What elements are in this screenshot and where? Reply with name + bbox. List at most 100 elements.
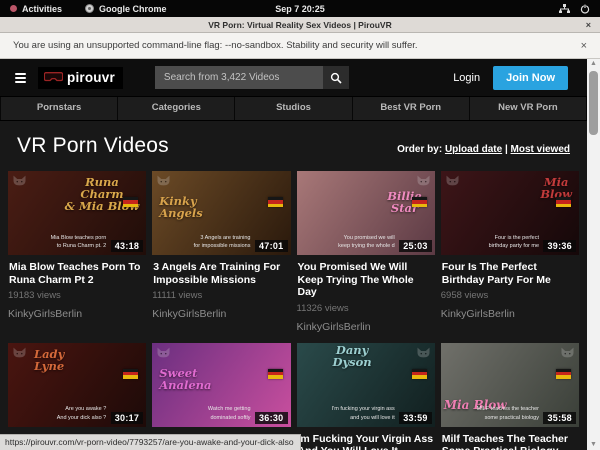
- studio-cat-logo-icon: [416, 174, 431, 187]
- video-thumbnail[interactable]: Mia Blow MILF teaches the teacher some p…: [441, 343, 579, 427]
- studio-cat-logo-icon: [156, 174, 171, 187]
- studio-cat-logo-icon: [445, 174, 460, 187]
- menu-item-best-vr[interactable]: Best VR Porn: [353, 97, 470, 120]
- video-studio-link[interactable]: KinkyGirlsBerlin: [441, 308, 579, 320]
- activities-button[interactable]: Activities: [22, 4, 62, 14]
- order-upload-date-link[interactable]: Upload date: [445, 144, 502, 155]
- video-title-link[interactable]: Mia Blow Teaches Porn To Runa Charm Pt 2: [9, 261, 145, 286]
- thumbnail-performer-name: Lady Lyne: [34, 348, 64, 372]
- search-input[interactable]: [155, 66, 323, 89]
- search-bar: [155, 66, 349, 89]
- page-scrollbar[interactable]: ▲ ▼: [587, 59, 600, 450]
- thumbnail-caption: You promised we will keep trying the who…: [338, 234, 395, 251]
- video-title-link[interactable]: Milf Teaches The Teacher Some Practical …: [442, 433, 578, 450]
- studio-cat-logo-icon: [12, 346, 27, 359]
- thumbnail-performer-name: Kinky Angels: [159, 195, 202, 219]
- menu-item-new-vr[interactable]: New VR Porn: [470, 97, 587, 120]
- join-now-button[interactable]: Join Now: [493, 66, 568, 90]
- video-view-count: 6958 views: [441, 290, 579, 301]
- thumbnail-caption: Mia Blow teaches porn to Runa Charm pt. …: [51, 234, 107, 251]
- thumbnail-caption: 3 Angels are training for impossible mis…: [194, 234, 251, 251]
- activities-dot-icon: [10, 5, 17, 12]
- german-flag-icon: [556, 369, 571, 379]
- video-thumbnail[interactable]: Dany Dyson I'm fucking your virgin ass a…: [297, 343, 435, 427]
- video-thumbnail[interactable]: Runa Charm & Mia Blow Mia Blow teaches p…: [8, 171, 146, 255]
- menu-item-studios[interactable]: Studios: [235, 97, 352, 120]
- scroll-up-icon[interactable]: ▲: [587, 60, 600, 68]
- menu-item-categories[interactable]: Categories: [118, 97, 235, 120]
- duration-badge: 39:36: [543, 240, 576, 252]
- video-studio-link[interactable]: KinkyGirlsBerlin: [297, 321, 435, 333]
- vr-goggles-icon: [44, 71, 63, 83]
- browser-viewport: pirouvr Login Join Now Pornstars Categor…: [0, 59, 587, 450]
- video-title-link[interactable]: Im Fucking Your Virgin Ass And You Will …: [298, 433, 434, 450]
- duration-badge: 33:59: [399, 412, 432, 424]
- main-menu: Pornstars Categories Studios Best VR Por…: [0, 96, 587, 121]
- video-card[interactable]: Mia Blow MILF teaches the teacher some p…: [441, 343, 579, 450]
- order-by-controls: Order by: Upload date | Most viewed: [397, 144, 570, 155]
- video-title-link[interactable]: You Promised We Will Keep Trying The Who…: [298, 261, 434, 299]
- studio-cat-logo-icon: [560, 346, 575, 359]
- order-most-viewed-link[interactable]: Most viewed: [511, 144, 570, 155]
- german-flag-icon: [412, 369, 427, 379]
- warning-text: You are using an unsupported command-lin…: [13, 40, 418, 51]
- german-flag-icon: [268, 197, 283, 207]
- hamburger-menu-icon[interactable]: [15, 73, 26, 83]
- order-by-label: Order by:: [397, 144, 442, 155]
- video-title-link[interactable]: Four Is The Perfect Birthday Party For M…: [442, 261, 578, 286]
- menu-item-pornstars[interactable]: Pornstars: [0, 97, 118, 120]
- page-header: VR Porn Videos Order by: Upload date | M…: [0, 121, 587, 169]
- warning-close-button[interactable]: ×: [581, 40, 587, 52]
- video-view-count: 11111 views: [152, 290, 290, 301]
- page-title: VR Porn Videos: [17, 134, 169, 158]
- order-separator: |: [502, 144, 510, 155]
- studio-cat-logo-icon: [12, 174, 27, 187]
- video-thumbnail[interactable]: Billie Star You promised we will keep tr…: [297, 171, 435, 255]
- video-card[interactable]: Mia Blow Four is the perfect birthday pa…: [441, 171, 579, 333]
- search-button[interactable]: [323, 66, 349, 89]
- video-view-count: 11326 views: [297, 303, 435, 314]
- video-card[interactable]: Kinky Angels 3 Angels are training for i…: [152, 171, 290, 333]
- video-thumbnail[interactable]: Lady Lyne Are you awake ? And your dick …: [8, 343, 146, 427]
- site-navbar: pirouvr Login Join Now: [0, 59, 587, 96]
- duration-badge: 30:17: [111, 412, 144, 424]
- chrome-warning-bar: You are using an unsupported command-lin…: [0, 33, 600, 59]
- german-flag-icon: [412, 197, 427, 207]
- site-logo-text: pirouvr: [67, 70, 115, 85]
- thumbnail-caption: MILF teaches the teacher some practical …: [477, 405, 539, 422]
- german-flag-icon: [123, 369, 138, 379]
- video-thumbnail[interactable]: Sweet Analena Watch me getting dominated…: [152, 343, 290, 427]
- scroll-down-icon[interactable]: ▼: [587, 441, 600, 449]
- power-icon[interactable]: [580, 4, 590, 14]
- thumbnail-performer-name: Sweet Analena: [159, 367, 211, 391]
- thumbnail-caption: I'm fucking your virgin ass and you will…: [332, 405, 395, 422]
- video-view-count: 19183 views: [8, 290, 146, 301]
- window-title-bar: VR Porn: Virtual Reality Sex Videos | Pi…: [0, 17, 600, 33]
- system-top-bar: Activities Google Chrome Sep 7 20:25: [0, 0, 600, 17]
- german-flag-icon: [123, 197, 138, 207]
- video-title-link[interactable]: 3 Angels Are Training For Impossible Mis…: [153, 261, 289, 286]
- status-url-bubble: https://pirouvr.com/vr-porn-video/779325…: [0, 434, 301, 450]
- thumbnail-performer-name: Dany Dyson: [333, 344, 372, 368]
- video-card[interactable]: Runa Charm & Mia Blow Mia Blow teaches p…: [8, 171, 146, 333]
- app-menu-button[interactable]: Google Chrome: [99, 4, 167, 14]
- network-icon[interactable]: [559, 4, 570, 13]
- video-studio-link[interactable]: KinkyGirlsBerlin: [152, 308, 290, 320]
- video-card[interactable]: Dany Dyson I'm fucking your virgin ass a…: [297, 343, 435, 450]
- thumbnail-caption: Watch me getting dominated softly: [208, 405, 251, 422]
- chrome-app-icon: [85, 4, 94, 13]
- video-thumbnail[interactable]: Mia Blow Four is the perfect birthday pa…: [441, 171, 579, 255]
- duration-badge: 47:01: [255, 240, 288, 252]
- site-logo[interactable]: pirouvr: [38, 67, 123, 89]
- clock[interactable]: Sep 7 20:25: [275, 4, 325, 14]
- video-thumbnail[interactable]: Kinky Angels 3 Angels are training for i…: [152, 171, 290, 255]
- duration-badge: 36:30: [255, 412, 288, 424]
- window-close-button[interactable]: ×: [586, 17, 591, 33]
- video-card[interactable]: Billie Star You promised we will keep tr…: [297, 171, 435, 333]
- login-link[interactable]: Login: [453, 72, 480, 84]
- search-icon: [330, 72, 342, 84]
- video-studio-link[interactable]: KinkyGirlsBerlin: [8, 308, 146, 320]
- scrollbar-thumb[interactable]: [589, 71, 598, 135]
- window-title: VR Porn: Virtual Reality Sex Videos | Pi…: [208, 20, 391, 30]
- duration-badge: 43:18: [111, 240, 144, 252]
